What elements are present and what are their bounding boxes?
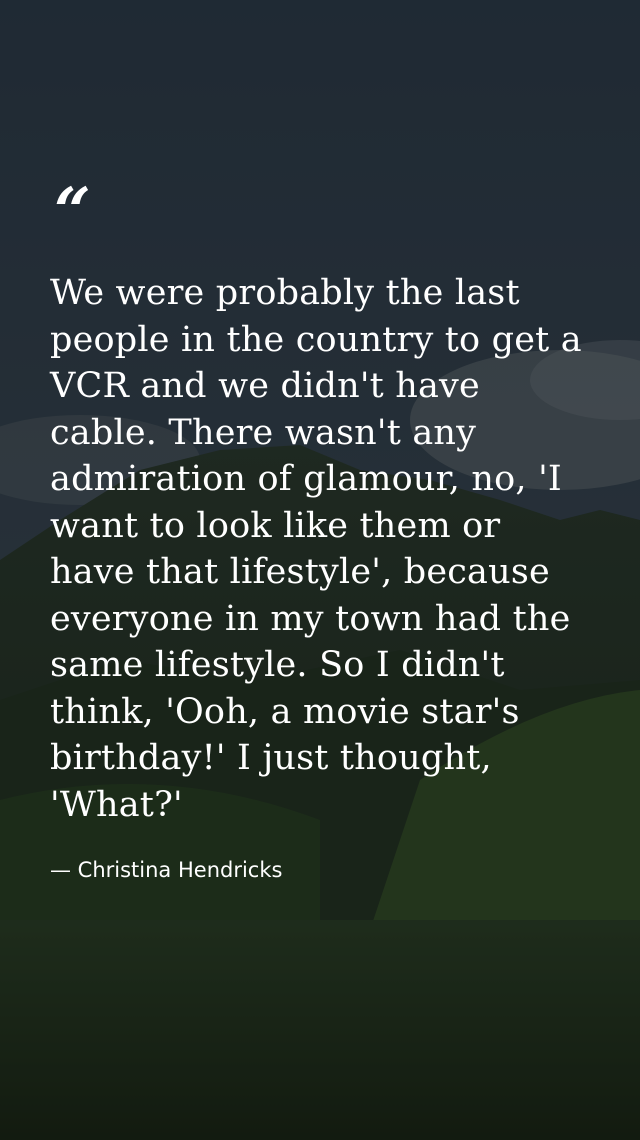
quotation-mark-icon: “ bbox=[54, 174, 91, 249]
quote-card: “ We were probably the last people in th… bbox=[0, 0, 640, 1140]
quote-text: We were probably the last people in the … bbox=[50, 273, 582, 825]
quote-content: “ We were probably the last people in th… bbox=[50, 180, 595, 884]
quote-author: — Christina Hendricks bbox=[50, 858, 283, 882]
